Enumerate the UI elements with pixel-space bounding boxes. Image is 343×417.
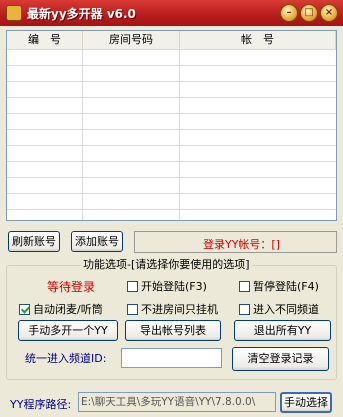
title-bar[interactable]: 最新yy多开器 v6.0 – □ × xyxy=(0,0,343,26)
column-header-number[interactable]: 编 号 xyxy=(7,31,83,49)
login-state-text: 等待登录 xyxy=(47,280,96,294)
different-channel-checkbox[interactable]: 进入不同频道 xyxy=(239,301,319,317)
clear-login-log-button[interactable]: 清空登录记录 xyxy=(232,347,329,371)
close-icon[interactable]: × xyxy=(320,4,338,22)
auto-close-mic-checkbox[interactable]: 自动闭麦/听筒 xyxy=(19,301,103,317)
checkbox-box[interactable] xyxy=(127,281,138,292)
column-divider xyxy=(82,49,83,220)
no-room-idle-checkbox[interactable]: 不进房间只挂机 xyxy=(127,301,218,317)
checkbox-box[interactable] xyxy=(239,304,250,315)
start-login-checkbox[interactable]: 开始登陆(F3) xyxy=(127,278,207,294)
window-title: 最新yy多开器 v6.0 xyxy=(27,7,136,21)
manual-select-button[interactable]: 手动选择 xyxy=(280,392,332,413)
login-status-box: 登录YY帐号：[] xyxy=(134,231,337,253)
channel-id-input[interactable] xyxy=(121,348,222,368)
main-window: 最新yy多开器 v6.0 – □ × 编 号 房间号码 帐 号 刷新账号 添加账… xyxy=(0,0,343,417)
pause-login-checkbox[interactable]: 暂停登陆(F4) xyxy=(239,278,319,294)
refresh-accounts-button[interactable]: 刷新账号 xyxy=(8,231,60,252)
checkbox-box-checked[interactable] xyxy=(19,304,30,315)
yy-path-label: YY程序路径: xyxy=(10,398,72,411)
list-body[interactable] xyxy=(7,49,336,220)
minimize-icon[interactable]: – xyxy=(280,4,298,22)
app-icon xyxy=(6,5,22,21)
column-divider xyxy=(179,49,180,220)
manual-open-one-button[interactable]: 手动多开一个YY xyxy=(18,320,118,341)
account-list[interactable]: 编 号 房间号码 帐 号 xyxy=(6,30,337,221)
column-header-room[interactable]: 房间号码 xyxy=(83,31,180,49)
list-header: 编 号 房间号码 帐 号 xyxy=(7,31,336,50)
channel-id-label: 统一进入频道ID: xyxy=(25,352,107,365)
exit-all-yy-button[interactable]: 退出所有YY xyxy=(234,320,331,341)
add-account-button[interactable]: 添加账号 xyxy=(71,231,123,252)
checkbox-box[interactable] xyxy=(239,281,250,292)
yy-path-input[interactable]: E:\聊天工具\多玩YY语音\YY\7.8.0.0\ xyxy=(78,392,276,412)
login-status-text: 登录YY帐号：[] xyxy=(202,238,280,251)
maximize-icon[interactable]: □ xyxy=(300,4,318,22)
checkbox-box[interactable] xyxy=(127,304,138,315)
column-header-account[interactable]: 帐 号 xyxy=(180,31,336,49)
export-accounts-button[interactable]: 导出帐号列表 xyxy=(125,320,221,341)
options-group-title: 功能选项-[请选择你要使用的选项] xyxy=(81,256,252,272)
